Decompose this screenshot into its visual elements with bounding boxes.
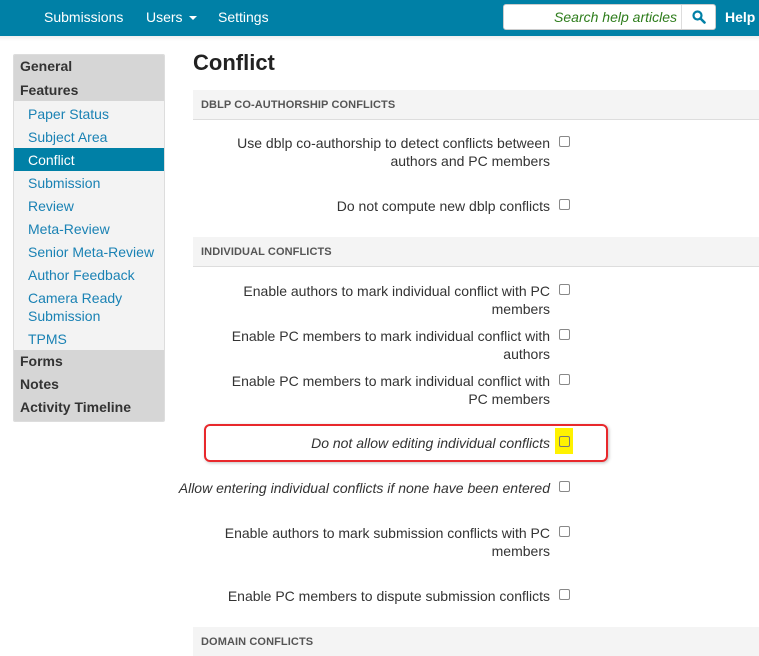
nav-help[interactable]: Help <box>725 0 755 36</box>
sidebar-item-camera-ready[interactable]: Camera Ready Submission <box>14 286 134 327</box>
checkbox-pc-mark-pc[interactable] <box>559 374 570 385</box>
checkbox-allow-entering-individual[interactable] <box>559 481 570 492</box>
setting-label-authors-mark-individual: Enable authors to mark individual confli… <box>243 283 550 317</box>
checkbox-authors-mark-submission[interactable] <box>559 526 570 537</box>
caret-down-icon <box>188 16 197 21</box>
search-button[interactable] <box>681 5 715 29</box>
setting-label-no-edit-individual: Do not allow editing individual conflict… <box>311 435 550 451</box>
sidebar-group-forms[interactable]: Forms <box>14 350 164 373</box>
settings-sidebar: General Features Paper Status Subject Ar… <box>13 54 165 422</box>
nav-submissions[interactable]: Submissions <box>44 0 123 36</box>
checkbox-pc-mark-authors[interactable] <box>559 329 570 340</box>
setting-label-allow-entering-individual: Allow entering individual conflicts if n… <box>178 480 550 496</box>
search-icon <box>691 10 706 24</box>
sidebar-item-submission[interactable]: Submission <box>14 171 164 194</box>
help-search <box>503 4 716 30</box>
sidebar-item-tpms[interactable]: TPMS <box>14 327 164 350</box>
nav-users[interactable]: Users <box>146 0 197 36</box>
checkbox-authors-mark-individual[interactable] <box>559 284 570 295</box>
sidebar-item-review[interactable]: Review <box>14 194 164 217</box>
sidebar-item-paper-status[interactable]: Paper Status <box>14 101 164 125</box>
section-header-dblp: DBLP CO-AUTHORSHIP CONFLICTS <box>193 90 759 120</box>
setting-label-pc-mark-authors: Enable PC members to mark individual con… <box>231 328 550 362</box>
checkbox-use-dblp[interactable] <box>559 136 570 147</box>
sidebar-group-notes[interactable]: Notes <box>14 373 164 396</box>
setting-label-use-dblp: Use dblp co-authorship to detect conflic… <box>237 135 550 169</box>
checkbox-no-new-dblp[interactable] <box>559 199 570 210</box>
search-help-input[interactable] <box>504 5 681 29</box>
nav-users-label: Users <box>146 9 183 25</box>
section-header-domain: DOMAIN CONFLICTS <box>193 627 759 656</box>
sidebar-item-conflict[interactable]: Conflict <box>14 148 164 171</box>
sidebar-item-senior-meta-review[interactable]: Senior Meta-Review <box>14 240 164 263</box>
page-title: Conflict <box>193 50 275 75</box>
setting-label-pc-dispute: Enable PC members to dispute submission … <box>227 588 550 604</box>
setting-label-authors-mark-submission: Enable authors to mark submission confli… <box>224 525 550 559</box>
checkbox-pc-dispute[interactable] <box>559 589 570 600</box>
top-navbar: Submissions Users Settings Help <box>0 0 759 36</box>
sidebar-item-author-feedback[interactable]: Author Feedback <box>14 263 164 286</box>
sidebar-group-features[interactable]: Features <box>14 79 164 101</box>
sidebar-group-general[interactable]: General <box>14 55 164 79</box>
setting-label-pc-mark-pc: Enable PC members to mark individual con… <box>231 373 550 407</box>
section-header-individual: INDIVIDUAL CONFLICTS <box>193 237 759 267</box>
sidebar-item-subject-area[interactable]: Subject Area <box>14 125 164 148</box>
navbar-shadow <box>0 36 759 41</box>
checkbox-no-edit-individual[interactable] <box>559 436 570 447</box>
setting-label-no-new-dblp: Do not compute new dblp conflicts <box>336 198 550 214</box>
sidebar-item-meta-review[interactable]: Meta-Review <box>14 217 164 240</box>
sidebar-group-activity-timeline[interactable]: Activity Timeline <box>14 396 164 421</box>
nav-settings[interactable]: Settings <box>218 0 269 36</box>
